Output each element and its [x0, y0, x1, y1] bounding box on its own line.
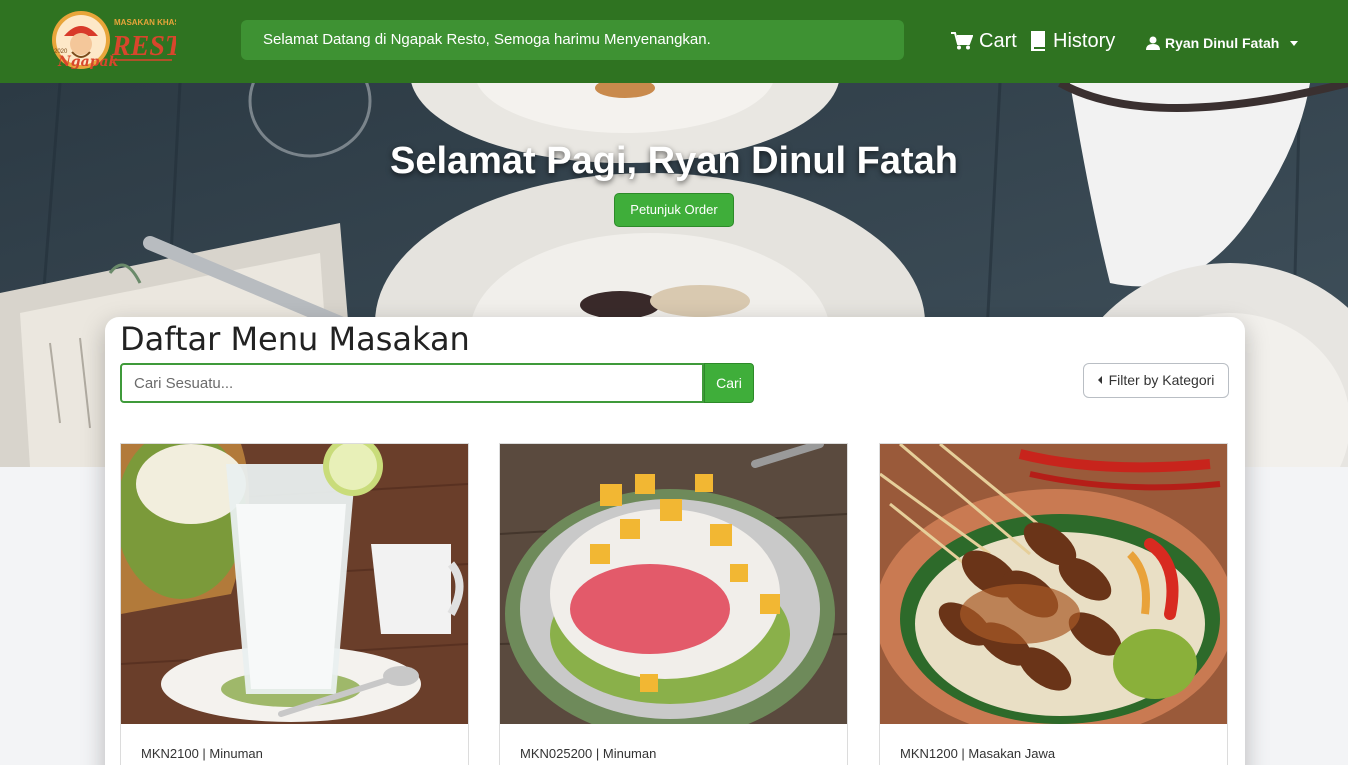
order-guide-button[interactable]: Petunjuk Order: [614, 193, 734, 227]
brand-logo[interactable]: MASAKAN KHAS RESTO Ngapak 2020: [52, 8, 176, 74]
welcome-banner: Selamat Datang di Ngapak Resto, Semoga h…: [241, 20, 904, 60]
navbar: MASAKAN KHAS RESTO Ngapak 2020 Selamat D…: [0, 0, 1348, 83]
menu-item-meta: MKN2100 | Minuman: [141, 746, 263, 761]
menu-item-meta: MKN1200 | Masakan Jawa: [900, 746, 1056, 761]
menu-item-card[interactable]: MKN2100 | Minuman: [120, 443, 469, 765]
menu-item-card[interactable]: MKN025200 | Minuman: [499, 443, 848, 765]
menu-item-card[interactable]: MKN1200 | Masakan Jawa: [879, 443, 1228, 765]
cart-icon: [951, 32, 973, 50]
menu-card: Daftar Menu Masakan Cari Filter by Kateg…: [105, 317, 1245, 765]
cart-label: Cart: [979, 29, 1017, 52]
menu-item-image: [500, 444, 847, 724]
user-menu-dropdown[interactable]: Ryan Dinul Fatah: [1146, 30, 1299, 56]
menu-item-image: [121, 444, 468, 724]
menu-item-image: [880, 444, 1227, 724]
filter-category-button[interactable]: Filter by Kategori: [1083, 363, 1229, 398]
filter-label: Filter by Kategori: [1108, 372, 1215, 388]
greeting-heading: Selamat Pagi, Ryan Dinul Fatah: [389, 140, 959, 182]
svg-text:MASAKAN KHAS: MASAKAN KHAS: [114, 18, 176, 27]
book-icon: [1031, 31, 1045, 51]
history-link[interactable]: History: [1029, 28, 1115, 54]
search-button[interactable]: Cari: [704, 363, 754, 403]
caret-left-icon: [1097, 376, 1102, 384]
user-name: Ryan Dinul Fatah: [1165, 35, 1280, 51]
svg-text:Ngapak: Ngapak: [57, 54, 119, 70]
svg-text:RESTO: RESTO: [111, 31, 176, 62]
svg-text:2020: 2020: [54, 49, 68, 55]
menu-section-title: Daftar Menu Masakan: [120, 320, 470, 358]
search-input[interactable]: [120, 363, 704, 403]
cart-link[interactable]: Cart: [951, 28, 1017, 54]
user-icon: [1146, 36, 1160, 50]
menu-item-meta: MKN025200 | Minuman: [520, 746, 657, 761]
history-label: History: [1053, 29, 1116, 52]
caret-down-icon: [1290, 40, 1299, 46]
